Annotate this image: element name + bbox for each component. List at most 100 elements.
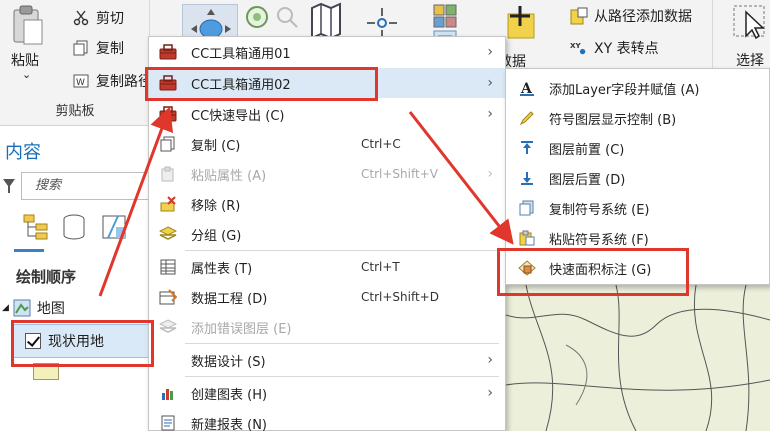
menu-item-copy[interactable]: 复制 (C) Ctrl+C xyxy=(149,129,505,159)
remove-icon xyxy=(159,195,177,213)
submenu-item-add-layer-field[interactable]: A 添加Layer字段并赋值 (A) xyxy=(506,73,769,103)
add-from-path-label: 从路径添加数据 xyxy=(594,9,692,25)
map-label: 地图 xyxy=(36,301,65,317)
active-view-indicator xyxy=(14,249,44,252)
submenu-arrow-icon: › xyxy=(487,385,493,401)
data-engineering-icon xyxy=(159,288,177,306)
basemap-icon[interactable] xyxy=(433,4,457,28)
globe-icon[interactable] xyxy=(244,4,270,30)
copy-path-icon: W xyxy=(72,72,90,90)
copy-button[interactable]: 复制 xyxy=(72,38,124,58)
paste-label: 粘贴 xyxy=(11,53,39,69)
clipboard-paste-icon xyxy=(13,5,43,45)
menu-item-data-design[interactable]: 数据设计 (S) › xyxy=(149,345,505,375)
report-icon xyxy=(159,414,177,431)
clipboard-group: 粘贴 ⌄ 剪切 复制 W 复制路径 剪贴板 xyxy=(0,0,152,124)
cc-toolbox-02-submenu: A 添加Layer字段并赋值 (A) 符号图层显示控制 (B) 图层前置 (C)… xyxy=(505,68,770,285)
menu-item-group[interactable]: 分组 (G) xyxy=(149,219,505,249)
bookmark-map-icon[interactable] xyxy=(309,2,343,40)
menu-item-attribute-table[interactable]: 属性表 (T) Ctrl+T xyxy=(149,252,505,282)
send-backward-icon xyxy=(518,169,536,187)
attribute-table-icon xyxy=(159,258,177,276)
scissors-icon xyxy=(72,9,90,27)
add-from-path-button[interactable]: 从路径添加数据 xyxy=(570,6,692,26)
layer-row-selected[interactable]: 现状用地 xyxy=(12,324,150,358)
menu-item-data-engineering[interactable]: 数据工程 (D) Ctrl+Shift+D xyxy=(149,282,505,312)
cut-label: 剪切 xyxy=(96,11,124,27)
collapse-triangle-icon[interactable]: ◢ xyxy=(2,303,9,313)
menu-separator xyxy=(185,376,499,377)
menu-item-cc-quick-export[interactable]: CC快速导出 (C) › xyxy=(149,99,505,129)
copy-path-label: 复制路径 xyxy=(96,74,152,90)
data-source-icon[interactable] xyxy=(60,213,88,241)
paste-button[interactable]: 粘贴 ⌄ xyxy=(8,2,48,90)
toolbox-icon xyxy=(159,74,177,92)
go-to-xy-icon[interactable] xyxy=(365,6,399,40)
draw-order-heading: 绘制顺序 xyxy=(16,268,77,286)
menu-item-paste-properties[interactable]: 粘贴属性 (A) Ctrl+Shift+V › xyxy=(149,159,505,189)
submenu-item-quick-area-label[interactable]: 快速面积标注 (G) xyxy=(506,253,769,283)
map-icon xyxy=(13,299,31,317)
svg-text:W: W xyxy=(76,78,85,88)
text-field-icon: A xyxy=(518,79,536,97)
selection-view-icon[interactable] xyxy=(100,213,128,241)
toolbox-icon xyxy=(159,105,177,123)
draw-order-tree-icon[interactable] xyxy=(22,213,50,241)
submenu-item-copy-symbology[interactable]: 复制符号系统 (E) xyxy=(506,193,769,223)
submenu-arrow-icon: › xyxy=(487,75,493,91)
submenu-item-send-backward[interactable]: 图层后置 (D) xyxy=(506,163,769,193)
copy-icon xyxy=(159,135,177,153)
search-row: 搜索 xyxy=(0,172,150,202)
menu-item-new-report[interactable]: 新建报表 (N) xyxy=(149,408,505,431)
menu-separator xyxy=(185,343,499,344)
xy-to-point-button[interactable]: XY XY 表转点 xyxy=(570,38,659,58)
copy-icon xyxy=(72,39,90,57)
toolbox-icon xyxy=(159,43,177,61)
add-data-icon xyxy=(507,6,535,39)
bring-forward-icon xyxy=(518,139,536,157)
map-view[interactable] xyxy=(506,285,770,431)
contents-pane: 内容 搜索 绘制顺序 ◢ 地图 现状用地 xyxy=(0,127,150,431)
submenu-arrow-icon: › xyxy=(487,106,493,122)
chart-icon xyxy=(159,384,177,402)
filter-icon[interactable] xyxy=(2,178,16,194)
clipboard-group-label: 剪贴板 xyxy=(55,104,95,119)
error-layer-icon xyxy=(159,318,177,336)
group-icon xyxy=(159,225,177,243)
xy-to-point-label: XY 表转点 xyxy=(594,41,659,57)
select-button[interactable]: 选择 xyxy=(730,2,770,69)
menu-separator xyxy=(185,250,499,251)
menu-item-cc-toolbox-02[interactable]: CC工具箱通用02 › xyxy=(149,68,505,98)
menu-item-add-error-layer[interactable]: 添加错误图层 (E) xyxy=(149,312,505,342)
submenu-arrow-icon: › xyxy=(487,166,493,182)
paste-properties-icon xyxy=(159,165,177,183)
submenu-item-bring-forward[interactable]: 图层前置 (C) xyxy=(506,133,769,163)
pane-title: 内容 xyxy=(5,142,41,163)
submenu-item-symbol-layer-display[interactable]: 符号图层显示控制 (B) xyxy=(506,103,769,133)
paste-symbology-icon xyxy=(518,229,536,247)
menu-item-create-chart[interactable]: 创建图表 (H) › xyxy=(149,378,505,408)
copy-path-button[interactable]: W 复制路径 xyxy=(72,71,152,91)
chevron-down-icon[interactable]: ⌄ xyxy=(22,68,31,81)
area-label-icon xyxy=(518,259,536,277)
xy-table-icon: XY xyxy=(570,39,588,57)
menu-item-remove[interactable]: 移除 (R) xyxy=(149,189,505,219)
select-cursor-icon xyxy=(733,5,765,40)
submenu-arrow-icon: › xyxy=(487,352,493,368)
svg-text:XY: XY xyxy=(570,41,582,50)
layer-visibility-checkbox[interactable] xyxy=(25,333,41,349)
search-input[interactable]: 搜索 xyxy=(21,172,150,200)
symbol-pen-icon xyxy=(518,109,536,127)
map-parcels xyxy=(506,285,770,431)
add-from-path-icon xyxy=(570,7,588,25)
zoom-extent-icon[interactable] xyxy=(274,4,300,30)
select-label: 选择 xyxy=(736,53,764,69)
svg-text:A: A xyxy=(520,81,533,96)
layer-symbol-swatch xyxy=(33,363,59,380)
copy-symbology-icon xyxy=(518,199,536,217)
menu-item-cc-toolbox-01[interactable]: CC工具箱通用01 › xyxy=(149,37,505,67)
cut-button[interactable]: 剪切 xyxy=(72,8,124,28)
map-tree-node[interactable]: ◢ 地图 xyxy=(0,297,65,319)
layer-context-menu: CC工具箱通用01 › CC工具箱通用02 › CC快速导出 (C) › 复制 … xyxy=(148,36,506,431)
submenu-item-paste-symbology[interactable]: 粘贴符号系统 (F) xyxy=(506,223,769,253)
